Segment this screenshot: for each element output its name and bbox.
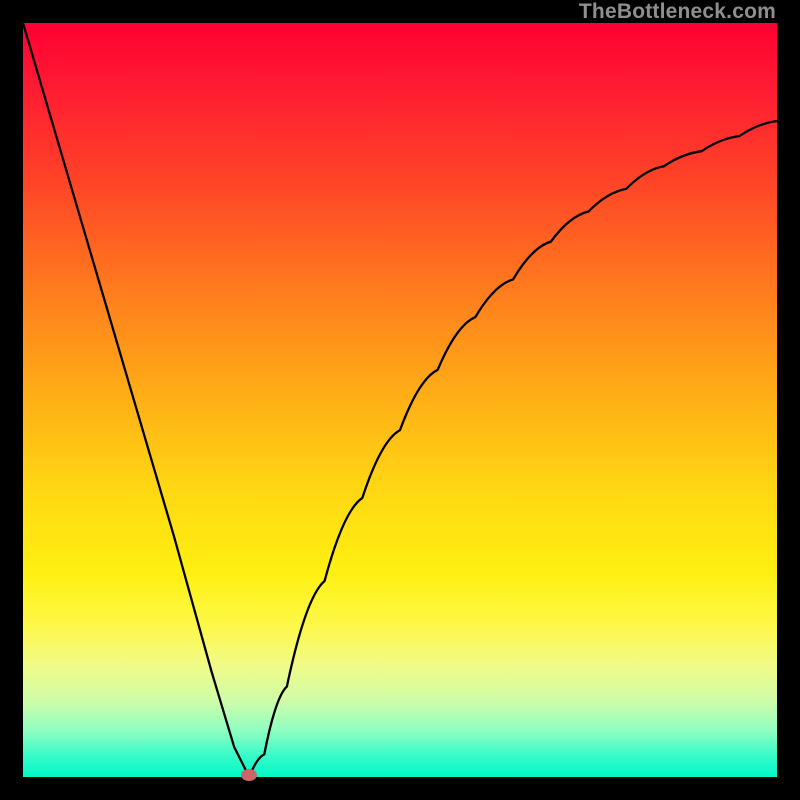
watermark-text: TheBottleneck.com — [579, 0, 776, 24]
chart-frame: TheBottleneck.com — [0, 0, 800, 800]
bottleneck-curve — [23, 23, 777, 777]
minimum-marker — [241, 769, 257, 781]
chart-plot-area — [23, 23, 777, 777]
